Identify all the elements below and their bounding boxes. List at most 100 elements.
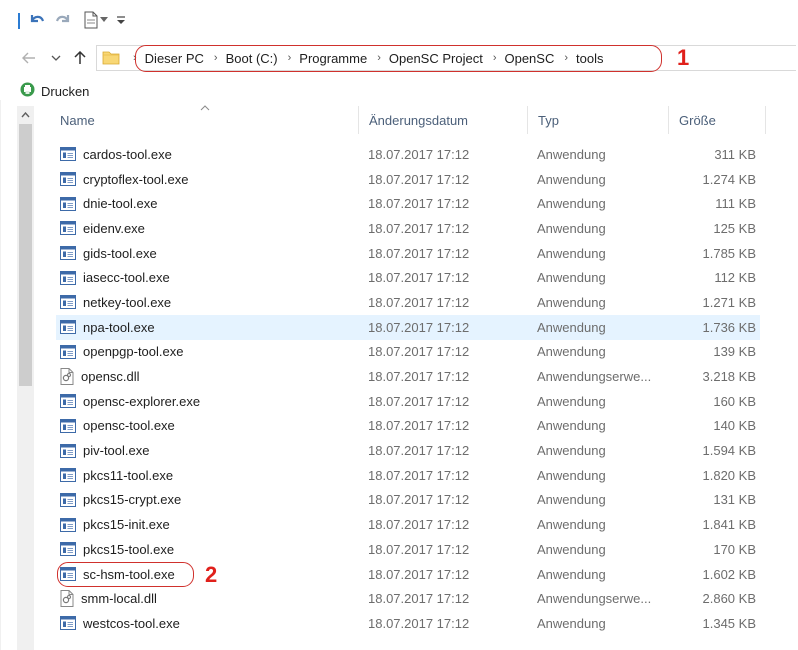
file-row[interactable]: sc-hsm-tool.exe 18.07.2017 17:12 Anwendung… [56, 562, 760, 587]
file-name-cell[interactable]: cryptoflex-tool.exe [60, 167, 189, 192]
file-date: 18.07.2017 17:12 [368, 220, 470, 236]
column-header-type[interactable]: Typ [528, 106, 668, 134]
file-name-cell[interactable]: eidenv.exe [60, 216, 145, 241]
file-row[interactable]: piv-tool.exe 18.07.2017 17:12 Anwendung 1.5… [56, 438, 760, 463]
file-row[interactable]: dnie-tool.exe 18.07.2017 17:12 Anwendung 11… [56, 191, 760, 216]
file-row[interactable]: cryptoflex-tool.exe 18.07.2017 17:12 Anwen… [56, 167, 760, 192]
column-header-size[interactable]: Größe [669, 106, 765, 134]
column-header-name-label: Name [60, 112, 95, 128]
sort-ascending-icon [200, 105, 210, 111]
file-date: 18.07.2017 17:12 [368, 196, 470, 212]
file-name-cell[interactable]: iasecc-tool.exe [60, 265, 170, 290]
file-name-cell[interactable]: sc-hsm-tool.exe [60, 562, 175, 587]
redo-button[interactable] [52, 8, 74, 32]
file-row[interactable]: opensc.dll 18.07.2017 17:12 Anwendungserwe… [56, 364, 760, 389]
vertical-scrollbar[interactable] [17, 106, 34, 650]
file-type: Anwendung [537, 270, 606, 286]
file-row[interactable]: npa-tool.exe 18.07.2017 17:12 Anwendung 1.7… [56, 314, 760, 340]
file-row[interactable]: gids-tool.exe 18.07.2017 17:12 Anwendung 1.… [56, 241, 760, 266]
file-name: dnie-tool.exe [83, 196, 158, 212]
file-date: 18.07.2017 17:12 [368, 541, 470, 557]
file-size: 1.594 KB [702, 443, 757, 459]
file-row[interactable]: westcos-tool.exe 18.07.2017 17:12 Anwendun… [56, 611, 760, 636]
file-name-cell[interactable]: pkcs15-tool.exe [60, 537, 174, 562]
file-date: 18.07.2017 17:12 [368, 517, 470, 533]
file-date: 18.07.2017 17:12 [368, 492, 470, 508]
arrow-up-icon [74, 51, 86, 64]
file-row[interactable]: netkey-tool.exe 18.07.2017 17:12 Anwendung… [56, 290, 760, 315]
file-name-cell[interactable]: smm-local.dll [60, 586, 157, 611]
scrollbar-thumb[interactable] [19, 124, 32, 386]
file-row[interactable]: openpgp-tool.exe 18.07.2017 17:12 Anwendun… [56, 340, 760, 365]
address-bar[interactable]: › Dieser PC › Boot (C:) › Programme › OpenSC Pr… [96, 45, 796, 71]
file-name-cell[interactable]: npa-tool.exe [60, 315, 155, 340]
document-icon [84, 11, 98, 29]
file-type: Anwendung [537, 245, 606, 261]
breadcrumb-separator-icon[interactable]: › [288, 52, 292, 64]
file-name-cell[interactable]: piv-tool.exe [60, 438, 149, 463]
file-type: Anwendung [537, 541, 606, 557]
breadcrumb-item[interactable]: Programme [299, 51, 367, 66]
file-type: Anwendung [537, 294, 606, 310]
file-name-cell[interactable]: netkey-tool.exe [60, 290, 171, 315]
breadcrumb-item[interactable]: Boot (C:) [226, 51, 278, 66]
file-name: pkcs15-crypt.exe [83, 492, 182, 508]
breadcrumb-separator-icon[interactable]: › [214, 52, 218, 64]
file-type: Anwendung [537, 566, 606, 582]
scroll-up-button[interactable] [17, 106, 34, 123]
file-row[interactable]: smm-local.dll 18.07.2017 17:12 Anwendungse… [56, 586, 760, 611]
file-type: Anwendung [537, 344, 606, 360]
file-name-cell[interactable]: opensc-tool.exe [60, 414, 175, 439]
column-header-name[interactable]: Name [50, 105, 358, 134]
file-name-cell[interactable]: gids-tool.exe [60, 241, 157, 266]
file-size: 1.841 KB [702, 517, 757, 533]
column-header-date[interactable]: Änderungsdatum [359, 106, 527, 134]
file-name-cell[interactable]: pkcs15-crypt.exe [60, 488, 181, 513]
file-name-cell[interactable]: opensc-explorer.exe [60, 389, 200, 414]
file-name: smm-local.dll [81, 591, 157, 607]
file-row[interactable]: eidenv.exe 18.07.2017 17:12 Anwendung 125 K… [56, 216, 760, 241]
file-row[interactable]: opensc-explorer.exe 18.07.2017 17:12 Anwen… [56, 389, 760, 414]
file-row[interactable]: pkcs15-tool.exe 18.07.2017 17:12 Anwendung… [56, 537, 760, 562]
file-name-cell[interactable]: opensc.dll [60, 364, 140, 389]
customize-toolbar-button[interactable] [114, 8, 128, 32]
print-button[interactable]: Drucken [41, 84, 89, 99]
up-button[interactable] [70, 46, 90, 70]
file-type: Anwendungserwe... [537, 369, 652, 385]
file-row[interactable]: pkcs15-init.exe 18.07.2017 17:12 Anwendung… [56, 512, 760, 537]
print-button-icon-wrap[interactable] [20, 82, 35, 100]
file-name-cell[interactable]: cardos-tool.exe [60, 142, 172, 167]
breadcrumb-separator-icon[interactable]: › [377, 52, 381, 64]
chevron-down-icon [51, 55, 61, 61]
exe-icon [60, 172, 76, 187]
undo-button[interactable] [26, 8, 48, 32]
file-row[interactable]: pkcs11-tool.exe 18.07.2017 17:12 Anwendung… [56, 463, 760, 488]
breadcrumb-item[interactable]: OpenSC [504, 51, 554, 66]
customize-arrow-icon [117, 16, 125, 24]
chevron-down-icon [100, 17, 108, 22]
column-divider[interactable] [765, 106, 766, 134]
breadcrumb-item[interactable]: Dieser PC [145, 51, 204, 66]
breadcrumb-separator-icon[interactable]: › [133, 52, 137, 64]
file-row[interactable]: pkcs15-crypt.exe 18.07.2017 17:12 Anwendun… [56, 488, 760, 513]
properties-dropdown[interactable] [98, 8, 110, 32]
file-row[interactable]: opensc-tool.exe 18.07.2017 17:12 Anwendung… [56, 414, 760, 439]
file-size: 125 KB [713, 220, 756, 236]
breadcrumb-separator-icon[interactable]: › [564, 52, 568, 64]
recent-locations-button[interactable] [46, 46, 66, 70]
file-name-cell[interactable]: dnie-tool.exe [60, 191, 157, 216]
back-button[interactable] [18, 46, 40, 70]
file-name-cell[interactable]: westcos-tool.exe [60, 611, 180, 636]
file-row[interactable]: iasecc-tool.exe 18.07.2017 17:12 Anwendung… [56, 265, 760, 290]
breadcrumb-item[interactable]: tools [576, 51, 603, 66]
breadcrumb-separator-icon[interactable]: › [493, 52, 497, 64]
file-date: 18.07.2017 17:12 [368, 146, 470, 162]
command-bar: Drucken [0, 80, 89, 102]
file-row[interactable]: cardos-tool.exe 18.07.2017 17:12 Anwendung… [56, 142, 760, 167]
breadcrumb-item[interactable]: OpenSC Project [389, 51, 483, 66]
file-date: 18.07.2017 17:12 [368, 443, 470, 459]
file-name-cell[interactable]: pkcs15-init.exe [60, 512, 170, 537]
file-name-cell[interactable]: pkcs11-tool.exe [60, 463, 173, 488]
column-header: Name Änderungsdatum Typ Größe [50, 105, 766, 134]
file-name-cell[interactable]: openpgp-tool.exe [60, 340, 183, 365]
